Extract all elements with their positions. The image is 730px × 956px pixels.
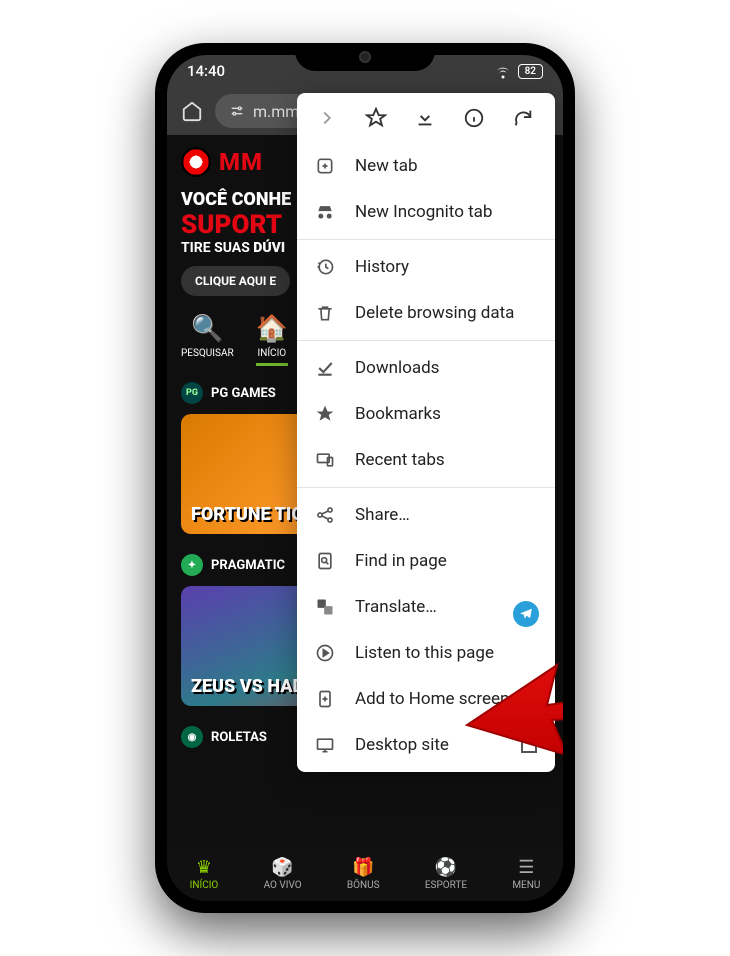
phone-frame: 14:40 82 m.mm MM	[155, 43, 575, 913]
menu-label: New tab	[355, 156, 418, 176]
battery-indicator: 82	[518, 64, 543, 79]
menu-label: Share…	[355, 505, 410, 525]
house-icon: 🏠	[256, 314, 288, 344]
menu-label: Listen to this page	[355, 643, 494, 663]
menu-bookmarks[interactable]: Bookmarks	[297, 391, 555, 437]
menu-new-tab[interactable]: New tab	[297, 143, 555, 189]
refresh-icon[interactable]	[512, 107, 536, 129]
nav-esporte[interactable]: ⚽ ESPORTE	[425, 857, 467, 891]
menu-find-in-page[interactable]: Find in page	[297, 538, 555, 584]
dice-icon: 🎲	[271, 857, 293, 878]
star-filled-icon	[315, 404, 337, 424]
menu-label: Recent tabs	[355, 450, 445, 470]
phone-screen: 14:40 82 m.mm MM	[167, 55, 563, 901]
tab-search[interactable]: 🔍 PESQUISAR	[181, 314, 234, 366]
add-home-icon	[315, 689, 337, 709]
brand-logo-icon	[181, 147, 211, 177]
menu-share[interactable]: Share…	[297, 492, 555, 538]
desktop-site-checkbox[interactable]	[521, 737, 537, 753]
status-time: 14:40	[187, 62, 225, 80]
section-roletas-label: ROLETAS	[211, 730, 267, 745]
devices-icon	[315, 450, 337, 470]
menu-label: Add to Home screen	[355, 689, 509, 709]
nav-label: ESPORTE	[425, 880, 467, 891]
menu-label: Find in page	[355, 551, 447, 571]
pg-badge-icon: PG	[181, 382, 203, 404]
phone-camera	[359, 51, 371, 63]
nav-menu[interactable]: ☰ MENU	[512, 857, 540, 891]
menu-label: History	[355, 257, 409, 277]
nav-label: INÍCIO	[190, 880, 219, 891]
section-pg-label: PG GAMES	[211, 386, 276, 401]
wifi-icon	[494, 62, 512, 80]
gift-icon: 🎁	[352, 857, 374, 878]
promo-cta-button[interactable]: CLIQUE AQUI E	[181, 266, 290, 296]
desktop-icon	[315, 735, 337, 755]
menu-label: Bookmarks	[355, 404, 441, 424]
url-text: m.mm	[253, 102, 299, 121]
telegram-float-button[interactable]	[513, 601, 539, 627]
nav-inicio[interactable]: ♛ INÍCIO	[190, 857, 219, 891]
nav-label: BÔNUS	[347, 880, 380, 891]
forward-icon[interactable]	[316, 107, 340, 129]
nav-label: MENU	[512, 880, 540, 891]
nav-bonus[interactable]: 🎁 BÔNUS	[347, 857, 380, 891]
menu-incognito[interactable]: New Incognito tab	[297, 189, 555, 235]
play-circle-icon	[315, 643, 337, 663]
menu-history[interactable]: History	[297, 244, 555, 290]
incognito-icon	[315, 202, 337, 222]
menu-desktop-site[interactable]: Desktop site	[297, 722, 555, 768]
menu-separator	[297, 340, 555, 341]
chrome-overflow-menu: New tab New Incognito tab History Delete	[297, 93, 555, 772]
downloads-check-icon	[315, 358, 337, 378]
nav-aovivo[interactable]: 🎲 AO VIVO	[264, 857, 302, 891]
find-page-icon	[315, 551, 337, 571]
menu-separator	[297, 487, 555, 488]
tune-icon	[229, 103, 245, 119]
crown-icon: ♛	[196, 857, 212, 878]
menu-downloads[interactable]: Downloads	[297, 345, 555, 391]
tab-home[interactable]: 🏠 INÍCIO	[256, 314, 288, 366]
menu-recent-tabs[interactable]: Recent tabs	[297, 437, 555, 483]
menu-listen-page[interactable]: Listen to this page	[297, 630, 555, 676]
trash-icon	[315, 303, 337, 323]
ball-icon: ⚽	[435, 857, 457, 878]
nav-label: AO VIVO	[264, 880, 302, 891]
download-icon[interactable]	[414, 107, 438, 129]
roulette-badge-icon: ◉	[181, 726, 203, 748]
star-icon[interactable]	[365, 107, 389, 129]
menu-label: Translate…	[355, 597, 437, 617]
menu-label: Delete browsing data	[355, 303, 514, 323]
menu-icon: ☰	[518, 857, 534, 878]
home-icon[interactable]	[181, 100, 203, 122]
pragmatic-badge-icon: ✦	[181, 554, 203, 576]
menu-separator	[297, 239, 555, 240]
menu-label: Downloads	[355, 358, 439, 378]
brand-name: MM	[219, 148, 263, 176]
tab-home-label: INÍCIO	[257, 348, 286, 359]
search-icon: 🔍	[191, 314, 223, 344]
tab-search-label: PESQUISAR	[181, 348, 234, 359]
info-icon[interactable]	[463, 107, 487, 129]
menu-delete-data[interactable]: Delete browsing data	[297, 290, 555, 336]
menu-top-actions	[297, 93, 555, 143]
menu-label: New Incognito tab	[355, 202, 492, 222]
menu-label: Desktop site	[355, 735, 449, 755]
section-pragmatic-label: PRAGMATIC	[211, 558, 285, 573]
share-icon	[315, 505, 337, 525]
bottom-nav: ♛ INÍCIO 🎲 AO VIVO 🎁 BÔNUS ⚽ ESPORTE ☰ M…	[167, 847, 563, 901]
history-icon	[315, 257, 337, 277]
plus-square-icon	[315, 156, 337, 176]
menu-add-home[interactable]: Add to Home screen	[297, 676, 555, 722]
translate-icon	[315, 597, 337, 617]
